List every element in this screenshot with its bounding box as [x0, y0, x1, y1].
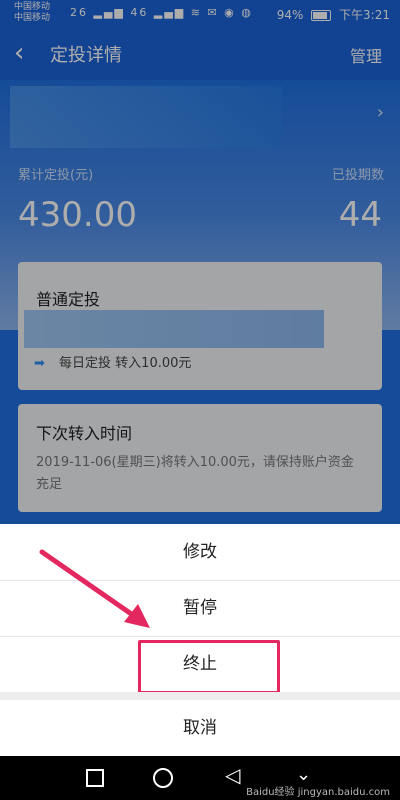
system-navigation-bar: ◁ ⌄ Baidu经验 jingyan.baidu.com: [0, 756, 400, 800]
recent-apps-icon[interactable]: [86, 769, 104, 787]
watermark: Baidu经验 jingyan.baidu.com: [246, 787, 390, 798]
annotation-arrow-icon: [39, 549, 150, 628]
home-icon[interactable]: [153, 768, 173, 788]
back-nav-icon[interactable]: ◁: [225, 764, 240, 786]
